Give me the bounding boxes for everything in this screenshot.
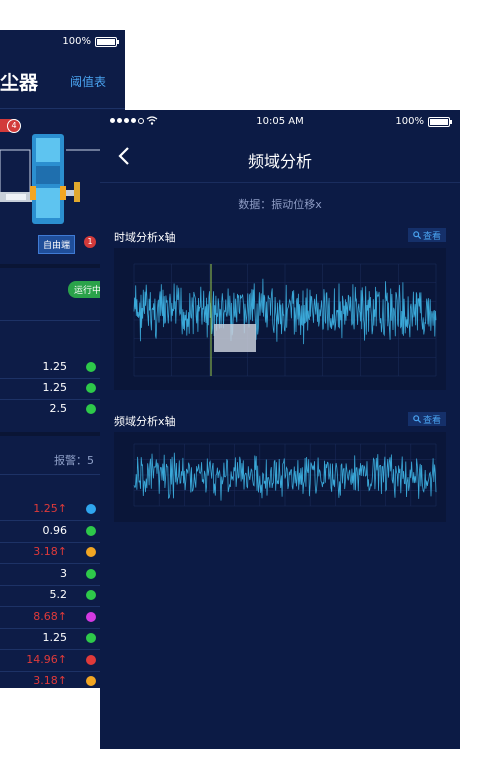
status-dot	[86, 568, 96, 579]
page-title: 尘器	[0, 72, 39, 94]
data-source-label: 数据：振动位移x	[238, 198, 322, 211]
status-dot	[86, 404, 96, 414]
sensor-value: 1.25	[42, 631, 68, 644]
battery-text: 100%	[62, 36, 91, 47]
sensor-value: 1.25	[42, 381, 68, 394]
status-dot	[86, 633, 96, 643]
sensor-value: 8.68↑	[33, 609, 67, 623]
sensor-value: 3	[60, 566, 67, 580]
status-dot	[86, 611, 96, 622]
free-end-label[interactable]: 自由端	[38, 235, 76, 254]
view-button[interactable]: 查看	[408, 228, 446, 242]
sensor-value: 14.96↑	[26, 652, 67, 666]
status-dot	[86, 547, 96, 557]
status-dot	[86, 525, 96, 536]
status-dot	[86, 504, 96, 514]
zoom-icon	[413, 415, 421, 423]
sensor-value: 3.18↑	[33, 545, 67, 558]
status-bar: 100%	[62, 36, 119, 47]
divider	[0, 108, 125, 109]
frequency-domain-chart[interactable]	[114, 432, 446, 522]
threshold-link[interactable]: 阈值表	[70, 73, 106, 90]
status-bar: 10:05 AM 100%	[100, 110, 460, 132]
time-domain-wave	[133, 263, 437, 377]
page-title: 频域分析	[247, 152, 312, 171]
sensor-value: 1.25	[42, 360, 68, 373]
battery-text: 100%	[395, 116, 424, 127]
frequency-domain-wave	[133, 443, 437, 507]
status-dot	[86, 383, 96, 393]
tooltip-box	[214, 324, 256, 352]
sensor-value: 0.96	[42, 523, 68, 537]
sensor-value: 1.25↑	[33, 502, 67, 515]
sensor-value: 5.2	[49, 588, 68, 601]
free-end-count-badge: 1	[84, 236, 96, 248]
view-button[interactable]: 查看	[408, 412, 446, 426]
sensor-value: 3.18↑	[33, 674, 67, 687]
battery-icon	[95, 36, 119, 47]
alarm-count-label: 报警：5	[54, 454, 94, 467]
status-dot	[86, 676, 96, 686]
status-dot	[86, 654, 96, 665]
battery-icon	[428, 116, 452, 127]
time-domain-title: 时域分析x轴	[114, 231, 176, 244]
time-domain-chart[interactable]	[114, 248, 446, 390]
frequency-domain-title: 频域分析x轴	[114, 415, 176, 428]
front-phone-screen: 10:05 AM 100% 频域分析 数据：振动位移x 时域分析x轴 查看 频域…	[100, 110, 460, 749]
divider	[100, 182, 460, 183]
view-label: 查看	[422, 231, 441, 242]
status-dot	[86, 590, 96, 600]
zoom-icon	[413, 231, 421, 239]
nav-bar: 频域分析	[100, 132, 460, 182]
status-dot	[86, 362, 96, 372]
sensor-value: 2.5	[49, 402, 68, 415]
view-label: 查看	[422, 415, 441, 426]
